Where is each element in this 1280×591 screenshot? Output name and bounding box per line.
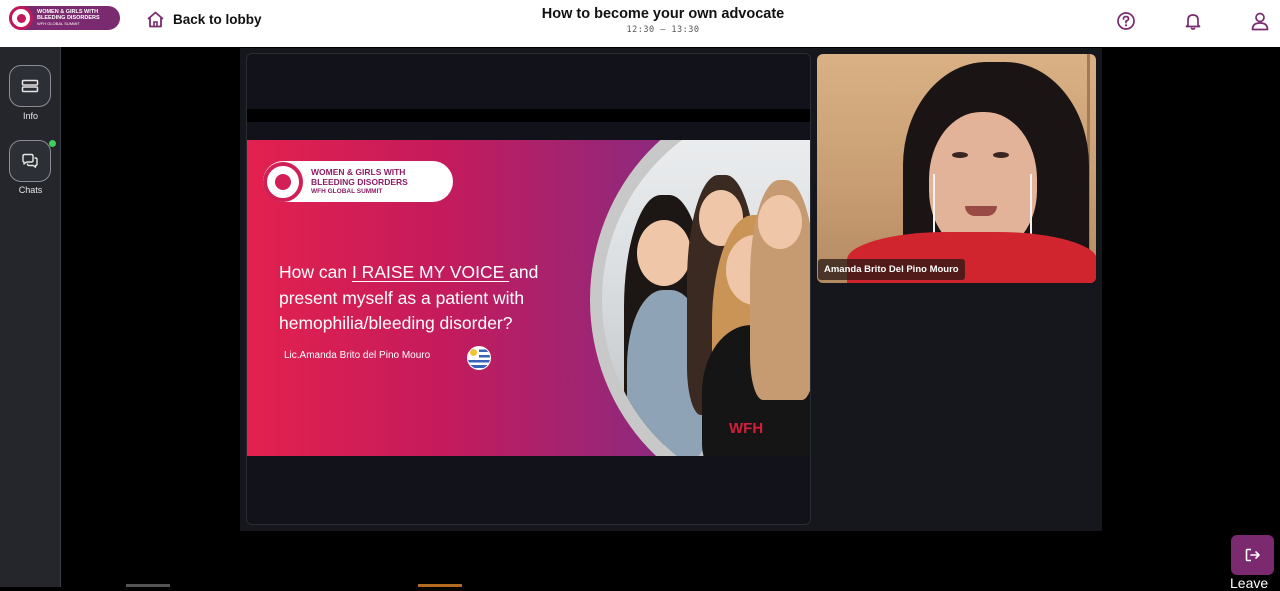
slide-presenter-name: Lic.Amanda Brito del Pino Mouro [284,350,431,361]
slide-logo-text: WOMEN & GIRLS WITH BLEEDING DISORDERS WF… [303,167,408,197]
leave-button[interactable] [1231,535,1274,575]
slide-logo-line-3: WFH GLOBAL SUMMIT [311,187,383,195]
sidebar-item-info-label: Info [22,111,38,121]
participant-name-label: Amanda Brito Del Pino Mouro [818,259,965,280]
screen-share-toolbar [247,109,810,122]
back-to-lobby-label: Back to lobby [173,12,262,27]
sidebar-item-chats[interactable] [9,140,51,182]
session-time: 12:30 — 13:30 [626,25,700,35]
uruguay-flag-icon [467,346,491,370]
presentation-slide: WOMEN & GIRLS WITH BLEEDING DISORDERS WF… [247,140,810,456]
participant-video-tile[interactable] [817,54,1096,283]
slide-logo-line-2: BLEEDING DISORDERS [311,176,408,187]
logo-badge-icon [9,6,33,30]
sidebar-item-chats-label: Chats [18,185,43,195]
slide-logo-badge-icon [263,161,303,202]
left-sidebar: Info Chats [0,47,61,587]
wfh-logo: WFH [729,420,764,437]
session-header: How to become your own advocate 12:30 — … [463,6,863,35]
ticket-icon [21,79,39,93]
session-title: How to become your own advocate [541,6,785,22]
slide-logo: WOMEN & GIRLS WITH BLEEDING DISORDERS WF… [263,161,453,202]
back-to-lobby-button[interactable]: Back to lobby [146,11,262,28]
slide-heading-pre: How can [279,262,352,282]
user-icon[interactable] [1250,11,1270,31]
chats-online-indicator [49,140,56,147]
exit-icon [1245,548,1260,562]
top-bar: WOMEN & GIRLS WITH BLEEDING DISORDERS WF… [0,0,1280,47]
home-icon [147,11,164,28]
bell-icon[interactable] [1183,11,1203,31]
sidebar-item-info[interactable] [9,65,51,107]
leave-label: Leave [1230,575,1269,591]
event-logo[interactable]: WOMEN & GIRLS WITH BLEEDING DISORDERS WF… [9,6,120,30]
slide-heading: How can I RAISE MY VOICE and present mys… [279,260,569,337]
slide-logo-line-1: WOMEN & GIRLS WITH [311,166,406,177]
logo-line-3: WFH GLOBAL SUMMIT [37,21,80,26]
logo-text: WOMEN & GIRLS WITH BLEEDING DISORDERS WF… [33,9,100,27]
chat-bubbles-icon [22,153,38,168]
slide-heading-emphasis: I RAISE MY VOICE [351,262,510,282]
screen-share-tile[interactable]: WOMEN & GIRLS WITH BLEEDING DISORDERS WF… [246,53,811,525]
help-icon[interactable] [1116,11,1136,31]
